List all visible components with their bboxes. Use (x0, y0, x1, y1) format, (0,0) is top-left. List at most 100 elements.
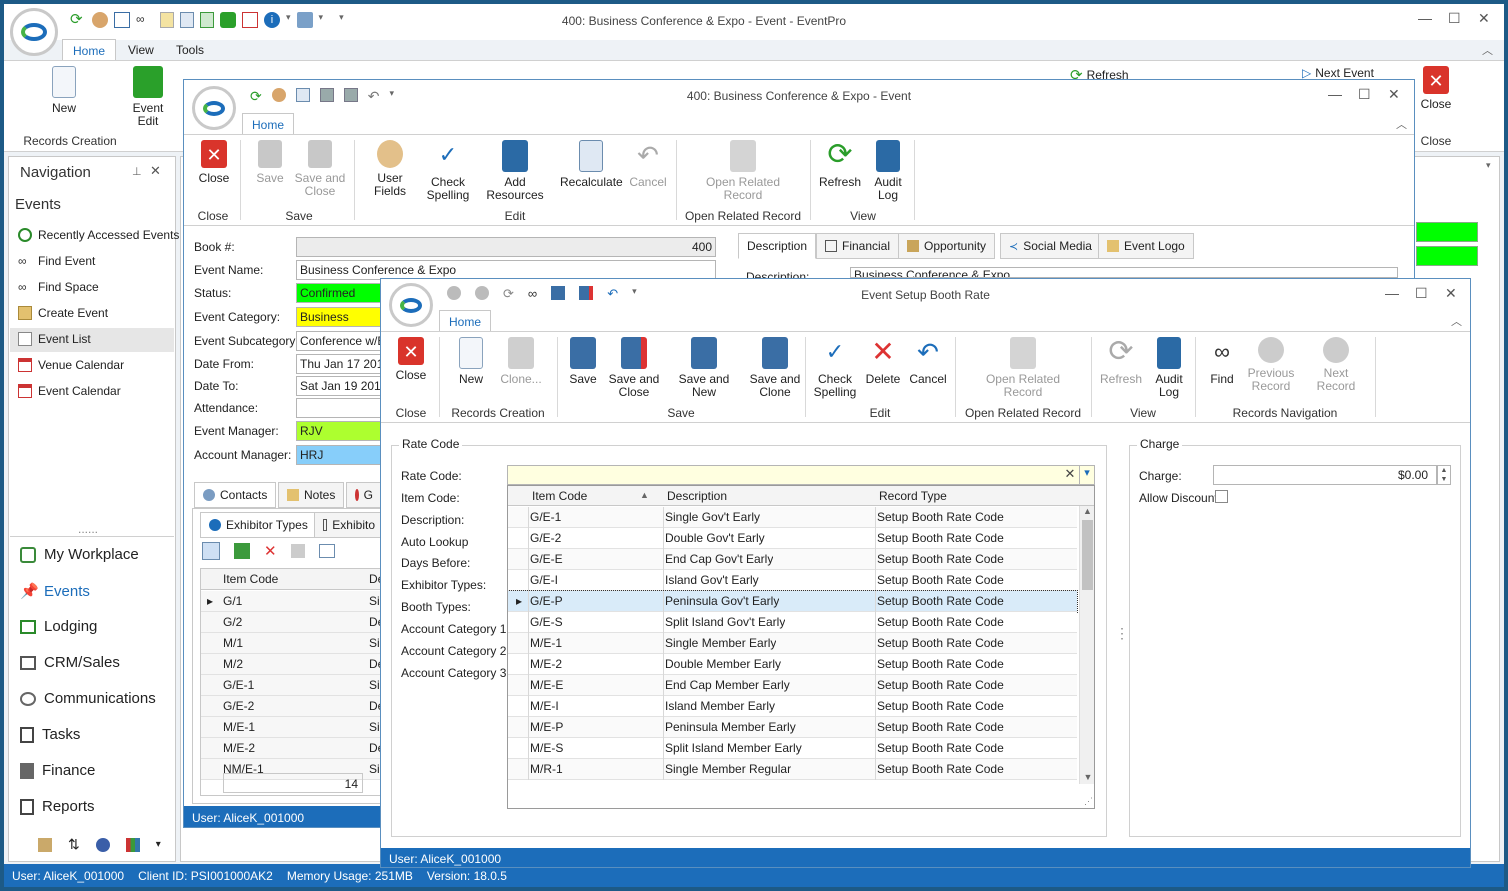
table-row[interactable]: G/2De (201, 612, 381, 633)
dropdown-arrow-icon[interactable]: ▾ (319, 12, 324, 30)
book-number-field[interactable]: 400 (296, 237, 716, 257)
table-row[interactable]: M/E-1 Si (201, 717, 381, 738)
booth-minimize-button[interactable]: — (1385, 285, 1399, 301)
new-button[interactable]: New (44, 66, 84, 115)
table-row[interactable]: ▸ G/1 Si (201, 591, 381, 612)
lookup-row[interactable]: G/E-I Island Gov't Early Setup Booth Rate … (508, 570, 1077, 591)
tab-social-media[interactable]: ≺ Social Media (1000, 233, 1101, 259)
main-close-button[interactable]: ✕ Close (1418, 66, 1454, 111)
table-row[interactable]: M/E-2De (201, 738, 381, 759)
tab-g[interactable]: G (346, 482, 382, 508)
event-name-field[interactable]: Business Conference & Expo (296, 260, 716, 280)
event-ribbon-collapse-icon[interactable]: ︿ (1396, 116, 1407, 132)
nav-event-calendar[interactable]: Event Calendar (18, 384, 121, 398)
module-communications[interactable]: Communications (20, 690, 156, 707)
status-field[interactable]: Confirmed (296, 283, 386, 303)
nav-find-event[interactable]: ∞ Find Event (18, 254, 95, 268)
account-manager-field[interactable]: HRJ (296, 445, 386, 465)
table-row[interactable]: M/2De (201, 654, 381, 675)
user-fields-button[interactable]: User Fields (360, 140, 420, 198)
lookup-row[interactable]: M/E-1 Single Member Early Setup Booth Rate… (508, 633, 1077, 654)
booth-tab-home[interactable]: Home (439, 310, 491, 332)
attendance-field[interactable] (296, 398, 386, 418)
tab-exhibitor-types[interactable]: Exhibitor Types (200, 512, 317, 538)
nav-recently-accessed[interactable]: Recently Accessed Events (18, 228, 179, 242)
event-audit-log-button[interactable]: Audit Log (870, 140, 906, 202)
booth-new-button[interactable]: New (451, 337, 491, 386)
main-tab-view[interactable]: View (128, 43, 154, 57)
description-field[interactable]: Business Conference & Expo (850, 267, 1398, 278)
recalculate-button[interactable]: Recalculate (560, 140, 623, 189)
event-open-related-button[interactable]: Open Related Record (704, 140, 782, 202)
booth-refresh-button[interactable]: ⟳ Refresh (1099, 337, 1143, 386)
notes-icon[interactable] (160, 12, 174, 28)
ribbon-collapse-icon[interactable]: ︿ (1482, 42, 1493, 58)
copy-icon[interactable] (290, 544, 305, 558)
event-cancel-button[interactable]: ↶ Cancel (628, 140, 668, 189)
rate-code-lookup[interactable] (507, 465, 1095, 485)
lookup-scrollbar[interactable]: ▲ ▼ (1079, 506, 1094, 784)
new-row-icon[interactable] (202, 542, 220, 560)
event-save-button[interactable]: Save (250, 140, 290, 185)
resize-grip-icon[interactable]: ⋰ (1084, 796, 1093, 807)
tab-contacts[interactable]: Contacts (194, 482, 277, 508)
tab-exhibitor[interactable]: Exhibito (314, 512, 384, 538)
allow-discount-checkbox[interactable] (1215, 490, 1228, 503)
event-manager-field[interactable]: RJV (296, 421, 386, 441)
calendar-icon[interactable] (242, 12, 258, 28)
next-event-button[interactable]: ▷ Next Event (1302, 66, 1374, 80)
module-my-workplace[interactable]: My Workplace (20, 546, 139, 563)
booth-check-spelling-button[interactable]: ✓ Check Spelling (809, 337, 861, 399)
col-record-type[interactable]: Record Type (879, 489, 947, 503)
nav-find-space[interactable]: ∞ Find Space (18, 280, 99, 294)
sort-icon[interactable]: ⇅ (68, 836, 80, 853)
table-row[interactable]: G/E-2De (201, 696, 381, 717)
pin-icon[interactable]: ⊥ (132, 165, 142, 178)
event-edit-button[interactable]: Event Edit (128, 66, 168, 128)
event-check-spelling-button[interactable]: ✓ Check Spelling (422, 140, 474, 202)
nav-venue-calendar[interactable]: Venue Calendar (18, 358, 124, 372)
lookup-row[interactable]: M/R-1 Single Member Regular Setup Booth Ra… (508, 759, 1077, 780)
table-row[interactable]: G/E-1 Si (201, 675, 381, 696)
booth-cancel-button[interactable]: ↶ Cancel (907, 337, 949, 386)
lookup-row[interactable]: G/E-E End Cap Gov't Early Setup Booth Rate… (508, 549, 1077, 570)
table-row[interactable]: M/1 Si (201, 633, 381, 654)
lookup-row[interactable]: G/E-2 Double Gov't Early Setup Booth Rate … (508, 528, 1077, 549)
event-save-close-button[interactable]: Save and Close (292, 140, 348, 198)
lookup-row[interactable]: M/E-P Peninsula Member Early Setup Booth R… (508, 717, 1077, 738)
booth-save-close-button[interactable]: Save and Close (607, 337, 661, 399)
tab-financial[interactable]: Financial (816, 233, 900, 259)
scroll-thumb[interactable] (1082, 520, 1093, 590)
event-category-field[interactable]: Business (296, 307, 386, 327)
col-item-code[interactable]: Item Code (532, 489, 587, 503)
minimize-button[interactable]: — (1418, 10, 1432, 26)
grid-header-item-code[interactable]: Item Code (223, 572, 278, 586)
booth-find-button[interactable]: ∞ Find (1203, 337, 1241, 386)
module-reports[interactable]: Reports (20, 798, 95, 815)
date-to-field[interactable]: Sat Jan 19 2019 (296, 376, 386, 396)
event-close-window-button[interactable]: ✕ (1388, 86, 1400, 103)
booth-next-record-button[interactable]: Next Record (1303, 337, 1369, 393)
module-events[interactable]: 📌 Events (20, 582, 90, 601)
tab-description[interactable]: Description (738, 233, 817, 259)
main-tab-tools[interactable]: Tools (176, 43, 204, 57)
booth-clone-button[interactable]: Clone... (495, 337, 547, 386)
booth-previous-record-button[interactable]: Previous Record (1245, 337, 1297, 393)
checklist-icon[interactable] (114, 12, 130, 28)
lookup-row[interactable]: G/E-1 Single Gov't Early Setup Booth Rate … (508, 507, 1077, 528)
tab-notes[interactable]: Notes (278, 482, 345, 508)
layout-icon[interactable] (318, 544, 335, 558)
add-resources-button[interactable]: Add Resources (476, 140, 554, 202)
booth-ribbon-collapse-icon[interactable]: ︿ (1451, 313, 1462, 329)
info-icon[interactable]: i (264, 12, 280, 28)
booth-save-clone-button[interactable]: Save and Clone (749, 337, 801, 399)
nav-event-list[interactable]: Event List (18, 332, 91, 346)
customize-qat-icon[interactable]: ▾ (339, 12, 344, 30)
lookup-row[interactable]: M/E-S Split Island Member Early Setup Boot… (508, 738, 1077, 759)
booth-close-button[interactable]: ✕ Close (391, 337, 431, 382)
event-minimize-button[interactable]: — (1328, 86, 1342, 102)
clear-icon[interactable]: ✕ (1062, 466, 1078, 484)
event-close-button[interactable]: ✕ Close (194, 140, 234, 185)
booth-maximize-button[interactable]: ☐ (1415, 285, 1428, 302)
event-refresh-button[interactable]: ⟳ Refresh (818, 140, 862, 189)
